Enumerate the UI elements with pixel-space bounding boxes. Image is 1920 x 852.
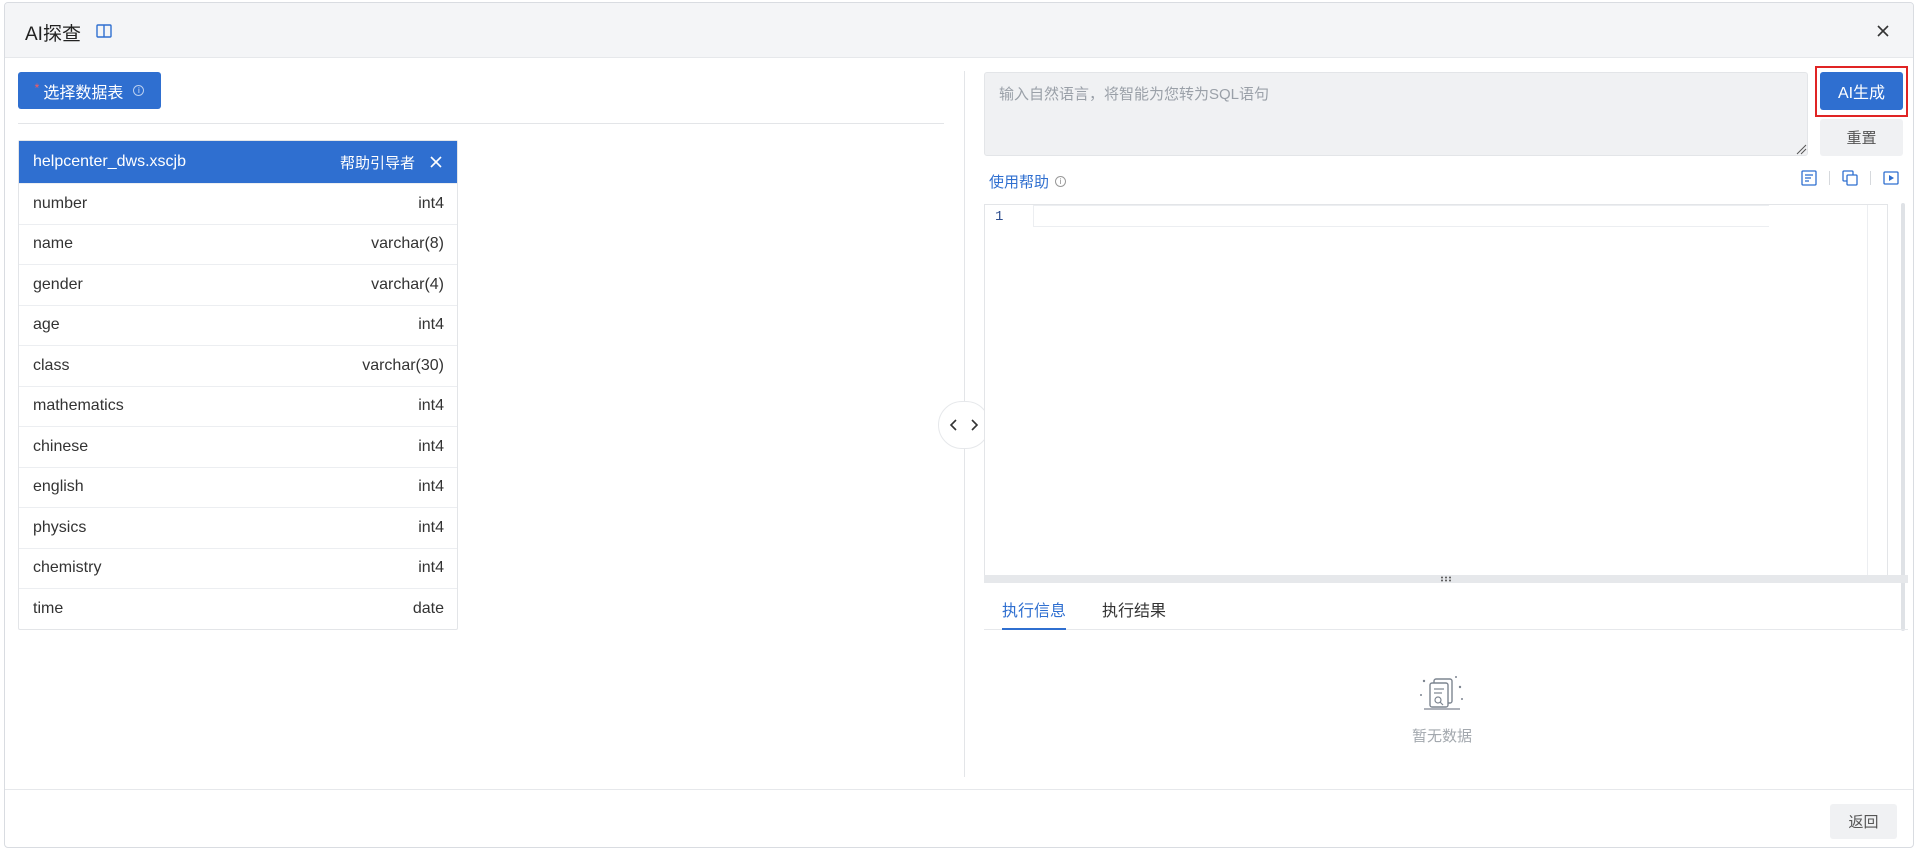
chevron-left-icon[interactable]	[949, 418, 959, 432]
info-icon[interactable]: i	[133, 85, 145, 96]
usage-help-link[interactable]: 使用帮助 i	[989, 171, 1067, 192]
dialog-header: AI探查	[5, 3, 1913, 58]
field-row: class varchar(30)	[19, 345, 457, 386]
table-card: helpcenter_dws.xscjb 帮助引导者 number int4 n…	[18, 140, 458, 630]
field-name: class	[33, 356, 70, 374]
sql-editor[interactable]: 1	[984, 204, 1888, 577]
right-scrollbar[interactable]	[1901, 203, 1905, 631]
dialog-title: AI探查	[25, 24, 81, 45]
copy-icon[interactable]	[1841, 169, 1859, 187]
field-row: english int4	[19, 466, 457, 508]
line-number: 1	[995, 209, 1004, 225]
field-name: mathematics	[33, 397, 124, 415]
field-name: age	[33, 316, 60, 334]
field-type: varchar(4)	[371, 275, 444, 293]
table-owner: 帮助引导者	[339, 154, 415, 172]
field-type: int4	[418, 437, 444, 455]
field-name: physics	[33, 518, 87, 536]
field-type: int4	[418, 478, 444, 496]
empty-state: 暂无数据	[1402, 673, 1482, 746]
divider	[18, 123, 944, 124]
format-icon[interactable]	[1800, 169, 1818, 187]
field-type: varchar(8)	[371, 235, 444, 253]
divider	[1829, 171, 1830, 185]
field-row: name varchar(8)	[19, 223, 457, 265]
info-icon[interactable]: i	[1055, 176, 1067, 187]
vertical-splitter[interactable]	[984, 575, 1908, 583]
empty-document-icon	[1420, 676, 1463, 710]
field-row: physics int4	[19, 507, 457, 548]
field-type: int4	[418, 397, 444, 415]
close-icon[interactable]	[1875, 23, 1891, 39]
back-button[interactable]: 返回	[1830, 804, 1897, 839]
remove-table-icon[interactable]	[429, 155, 443, 169]
table-header: helpcenter_dws.xscjb 帮助引导者	[19, 141, 457, 183]
chevron-right-icon[interactable]	[969, 418, 979, 432]
field-row: time date	[19, 588, 457, 629]
field-row: gender varchar(4)	[19, 264, 457, 305]
field-type: int4	[418, 194, 444, 212]
active-line[interactable]	[1033, 205, 1769, 227]
field-row: number int4	[19, 183, 457, 224]
field-name: name	[33, 235, 74, 253]
field-row: mathematics int4	[19, 385, 457, 427]
natural-language-input[interactable]	[984, 72, 1808, 156]
field-name: number	[33, 194, 88, 212]
field-name: chemistry	[33, 559, 102, 577]
required-marker: *	[34, 80, 40, 95]
divider	[1870, 171, 1871, 185]
empty-text: 暂无数据	[1411, 728, 1472, 745]
run-icon[interactable]	[1882, 169, 1900, 187]
select-table-label: 选择数据表	[43, 84, 124, 102]
editor-scrollbar[interactable]	[1867, 205, 1887, 576]
select-table-button[interactable]: * 选择数据表 i	[18, 72, 161, 109]
ai-explore-dialog: AI探查 * 选择数据表 i helpcenter_dws.xscjb 帮助引导…	[4, 2, 1914, 848]
field-row: age int4	[19, 304, 457, 346]
field-type: int4	[418, 316, 444, 334]
reset-button[interactable]: 重置	[1820, 119, 1903, 156]
pane-toggle	[938, 401, 990, 449]
field-type: int4	[418, 518, 444, 536]
field-row: chemistry int4	[19, 547, 457, 589]
field-row: chinese int4	[19, 426, 457, 467]
resize-grip-icon[interactable]	[1795, 143, 1807, 155]
table-name: helpcenter_dws.xscjb	[33, 153, 186, 170]
field-name: gender	[33, 275, 83, 293]
field-type: varchar(30)	[362, 356, 444, 374]
dialog-footer: 返回	[5, 789, 1913, 847]
field-type: int4	[418, 559, 444, 577]
field-name: chinese	[33, 437, 89, 455]
field-type: date	[412, 599, 444, 617]
ai-generate-button[interactable]: AI生成	[1820, 72, 1903, 110]
tab-execution-info[interactable]: 执行信息	[984, 585, 1084, 630]
editor-toolbar	[1800, 169, 1900, 187]
field-name: english	[33, 478, 84, 496]
book-icon[interactable]	[96, 24, 112, 38]
tab-execution-result[interactable]: 执行结果	[1084, 585, 1184, 629]
result-tabs: 执行信息 执行结果	[984, 585, 1908, 630]
drag-handle-icon[interactable]	[1439, 575, 1453, 583]
field-name: time	[33, 599, 64, 617]
usage-help-label: 使用帮助	[989, 174, 1050, 191]
